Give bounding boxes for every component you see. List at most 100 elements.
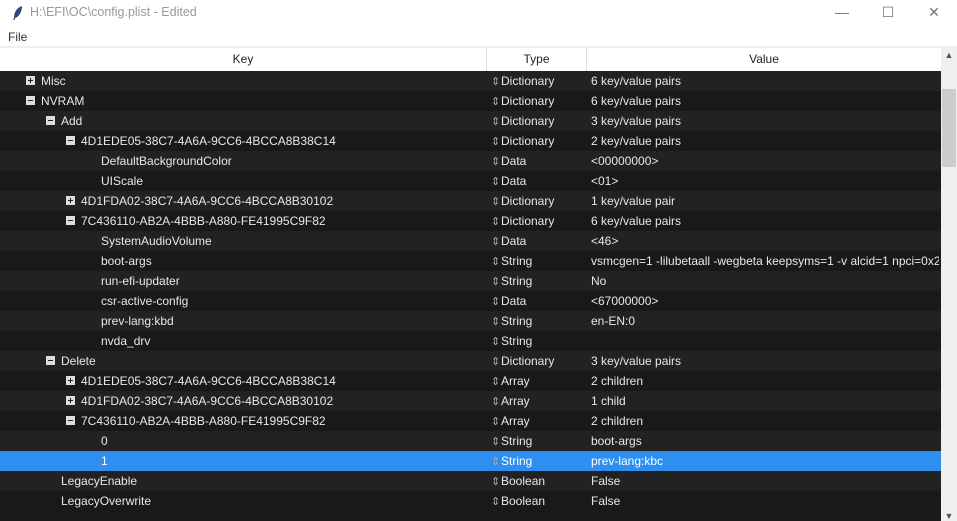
expand-icon[interactable]	[26, 76, 35, 85]
row-type[interactable]: ⇕String	[491, 251, 532, 272]
tree-row[interactable]: run-efi-updater ⇕String No	[0, 271, 941, 291]
row-key[interactable]: NVRAM	[41, 91, 84, 111]
row-value[interactable]: 6 key/value pairs	[591, 211, 939, 231]
vertical-scrollbar[interactable]: ▲ ▼	[941, 46, 957, 521]
row-key[interactable]: 4D1FDA02-38C7-4A6A-9CC6-4BCCA8B30102	[81, 191, 333, 211]
collapse-icon[interactable]	[46, 116, 55, 125]
tree-row[interactable]: LegacyEnable ⇕Boolean False	[0, 471, 941, 491]
menu-file[interactable]: File	[8, 30, 27, 44]
close-button[interactable]: ✕	[911, 0, 957, 26]
up-down-arrow-icon[interactable]: ⇕	[491, 112, 501, 132]
row-key[interactable]: DefaultBackgroundColor	[101, 151, 232, 171]
row-type[interactable]: ⇕Dictionary	[491, 191, 554, 212]
up-down-arrow-icon[interactable]: ⇕	[491, 172, 501, 192]
tree-row[interactable]: 1 ⇕String prev-lang:kbc	[0, 451, 941, 471]
minimize-button[interactable]: —	[819, 0, 865, 26]
row-value[interactable]: boot-args	[591, 431, 939, 451]
row-value[interactable]: 3 key/value pairs	[591, 351, 939, 371]
row-value[interactable]: False	[591, 491, 939, 511]
up-down-arrow-icon[interactable]: ⇕	[491, 192, 501, 212]
up-down-arrow-icon[interactable]: ⇕	[491, 272, 501, 292]
row-key[interactable]: 0	[101, 431, 108, 451]
tree-row[interactable]: boot-args ⇕String vsmcgen=1 -lilubetaall -…	[0, 251, 941, 271]
row-value[interactable]: 6 key/value pairs	[591, 91, 939, 111]
row-value[interactable]: 2 children	[591, 411, 939, 431]
expand-icon[interactable]	[66, 376, 75, 385]
maximize-button[interactable]: ☐	[865, 0, 911, 26]
collapse-icon[interactable]	[66, 416, 75, 425]
row-value[interactable]: vsmcgen=1 -lilubetaall -wegbeta keepsyms…	[591, 251, 939, 271]
row-value[interactable]: 2 children	[591, 371, 939, 391]
up-down-arrow-icon[interactable]: ⇕	[491, 72, 501, 92]
tree-row[interactable]: 7C436110-AB2A-4BBB-A880-FE41995C9F82 ⇕Dic…	[0, 211, 941, 231]
tree-row[interactable]: 4D1EDE05-38C7-4A6A-9CC6-4BCCA8B38C14 ⇕Dic…	[0, 131, 941, 151]
row-type[interactable]: ⇕String	[491, 431, 532, 452]
row-type[interactable]: ⇕Boolean	[491, 471, 545, 492]
up-down-arrow-icon[interactable]: ⇕	[491, 152, 501, 172]
up-down-arrow-icon[interactable]: ⇕	[491, 132, 501, 152]
tree-row[interactable]: Add ⇕Dictionary 3 key/value pairs	[0, 111, 941, 131]
row-key[interactable]: boot-args	[101, 251, 152, 271]
scroll-thumb[interactable]	[942, 89, 956, 167]
row-key[interactable]: LegacyEnable	[61, 471, 137, 491]
row-type[interactable]: ⇕Dictionary	[491, 131, 554, 152]
tree-row[interactable]: NVRAM ⇕Dictionary 6 key/value pairs	[0, 91, 941, 111]
row-type[interactable]: ⇕String	[491, 311, 532, 332]
row-value[interactable]: <46>	[591, 231, 939, 251]
tree-row[interactable]: SystemAudioVolume ⇕Data <46>	[0, 231, 941, 251]
row-value[interactable]: 2 key/value pairs	[591, 131, 939, 151]
row-key[interactable]: csr-active-config	[101, 291, 188, 311]
up-down-arrow-icon[interactable]: ⇕	[491, 392, 501, 412]
row-value[interactable]: prev-lang:kbc	[591, 451, 939, 471]
row-value[interactable]: <67000000>	[591, 291, 939, 311]
up-down-arrow-icon[interactable]: ⇕	[491, 432, 501, 452]
collapse-icon[interactable]	[66, 216, 75, 225]
scroll-down-icon[interactable]: ▼	[941, 511, 957, 521]
up-down-arrow-icon[interactable]: ⇕	[491, 232, 501, 252]
row-key[interactable]: Add	[61, 111, 82, 131]
up-down-arrow-icon[interactable]: ⇕	[491, 332, 501, 352]
tree-row[interactable]: csr-active-config ⇕Data <67000000>	[0, 291, 941, 311]
row-value[interactable]: 1 key/value pair	[591, 191, 939, 211]
row-key[interactable]: run-efi-updater	[101, 271, 180, 291]
tree-row[interactable]: UIScale ⇕Data <01>	[0, 171, 941, 191]
tree-row[interactable]: prev-lang:kbd ⇕String en-EN:0	[0, 311, 941, 331]
up-down-arrow-icon[interactable]: ⇕	[491, 452, 501, 472]
row-key[interactable]: prev-lang:kbd	[101, 311, 174, 331]
up-down-arrow-icon[interactable]: ⇕	[491, 312, 501, 332]
tree-row[interactable]: Misc ⇕Dictionary 6 key/value pairs	[0, 71, 941, 91]
row-value[interactable]: False	[591, 471, 939, 491]
up-down-arrow-icon[interactable]: ⇕	[491, 412, 501, 432]
row-type[interactable]: ⇕Dictionary	[491, 111, 554, 132]
up-down-arrow-icon[interactable]: ⇕	[491, 212, 501, 232]
row-type[interactable]: ⇕Data	[491, 171, 526, 192]
collapse-icon[interactable]	[26, 96, 35, 105]
row-type[interactable]: ⇕String	[491, 271, 532, 292]
row-value[interactable]: 6 key/value pairs	[591, 71, 939, 91]
up-down-arrow-icon[interactable]: ⇕	[491, 492, 501, 512]
up-down-arrow-icon[interactable]: ⇕	[491, 472, 501, 492]
row-key[interactable]: 4D1EDE05-38C7-4A6A-9CC6-4BCCA8B38C14	[81, 371, 336, 391]
row-type[interactable]: ⇕Dictionary	[491, 71, 554, 92]
up-down-arrow-icon[interactable]: ⇕	[491, 292, 501, 312]
tree-row[interactable]: 4D1EDE05-38C7-4A6A-9CC6-4BCCA8B38C14 ⇕Arr…	[0, 371, 941, 391]
row-key[interactable]: nvda_drv	[101, 331, 150, 351]
expand-icon[interactable]	[66, 396, 75, 405]
tree-row[interactable]: nvda_drv ⇕String	[0, 331, 941, 351]
row-type[interactable]: ⇕Data	[491, 291, 526, 312]
row-type[interactable]: ⇕Array	[491, 371, 530, 392]
row-type[interactable]: ⇕Data	[491, 231, 526, 252]
row-key[interactable]: 4D1EDE05-38C7-4A6A-9CC6-4BCCA8B38C14	[81, 131, 336, 151]
up-down-arrow-icon[interactable]: ⇕	[491, 252, 501, 272]
row-value[interactable]: <00000000>	[591, 151, 939, 171]
up-down-arrow-icon[interactable]: ⇕	[491, 92, 501, 112]
row-type[interactable]: ⇕Dictionary	[491, 211, 554, 232]
row-value[interactable]: 3 key/value pairs	[591, 111, 939, 131]
row-key[interactable]: UIScale	[101, 171, 143, 191]
row-key[interactable]: 7C436110-AB2A-4BBB-A880-FE41995C9F82	[81, 211, 326, 231]
expand-icon[interactable]	[66, 196, 75, 205]
row-key[interactable]: SystemAudioVolume	[101, 231, 212, 251]
tree-row[interactable]: 4D1FDA02-38C7-4A6A-9CC6-4BCCA8B30102 ⇕Dic…	[0, 191, 941, 211]
row-value[interactable]: 1 child	[591, 391, 939, 411]
column-value[interactable]: Value	[587, 48, 941, 71]
